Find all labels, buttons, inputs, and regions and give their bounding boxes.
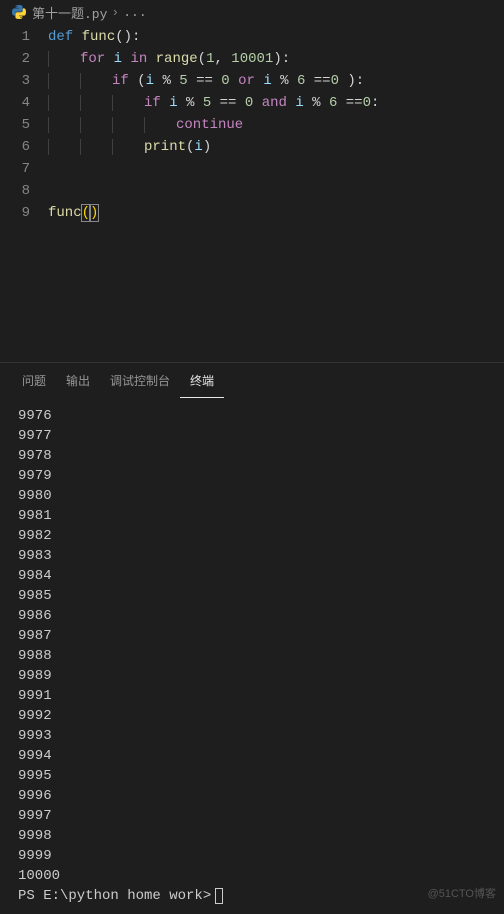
breadcrumb-file[interactable]: 第十一题.py [32, 3, 107, 22]
terminal-line: 9978 [18, 446, 486, 466]
terminal-content[interactable]: 9976997799789979998099819982998399849985… [0, 398, 504, 914]
code-line[interactable]: func() [48, 202, 504, 224]
bottom-panel: 问题 输出 调试控制台 终端 9976997799789979998099819… [0, 362, 504, 907]
line-number: 1 [0, 26, 30, 48]
terminal-line: 9981 [18, 506, 486, 526]
terminal-line: 9977 [18, 426, 486, 446]
code-line[interactable]: continue [48, 114, 504, 136]
breadcrumb-sep: › [111, 5, 119, 20]
terminal-line: 9989 [18, 666, 486, 686]
line-number: 7 [0, 158, 30, 180]
tab-terminal[interactable]: 终端 [180, 364, 224, 398]
terminal-line: 9997 [18, 806, 486, 826]
line-number: 8 [0, 180, 30, 202]
line-number: 5 [0, 114, 30, 136]
terminal-line: 9999 [18, 846, 486, 866]
tab-output[interactable]: 输出 [56, 364, 100, 397]
terminal-line: 9998 [18, 826, 486, 846]
terminal-line: 9982 [18, 526, 486, 546]
terminal-line: 9993 [18, 726, 486, 746]
terminal-line: 9995 [18, 766, 486, 786]
line-number: 6 [0, 136, 30, 158]
terminal-line: 9976 [18, 406, 486, 426]
code-line[interactable]: def func(): [48, 26, 504, 48]
code-line[interactable]: for i in range(1, 10001): [48, 48, 504, 70]
terminal-line: 9994 [18, 746, 486, 766]
terminal-line: 9983 [18, 546, 486, 566]
code-content[interactable]: def func(): for i in range(1, 10001): if… [48, 26, 504, 224]
cursor-icon [215, 888, 223, 904]
terminal-line: 9980 [18, 486, 486, 506]
terminal-line: 9985 [18, 586, 486, 606]
terminal-line: 9987 [18, 626, 486, 646]
tab-debug[interactable]: 调试控制台 [100, 364, 180, 397]
line-gutter: 1 2 3 4 5 6 7 8 9 [0, 26, 48, 224]
code-editor[interactable]: 1 2 3 4 5 6 7 8 9 def func(): for i in r… [0, 24, 504, 224]
terminal-prompt[interactable]: PS E:\python home work> [18, 886, 486, 906]
breadcrumb-more[interactable]: ... [123, 5, 146, 20]
terminal-line: 9996 [18, 786, 486, 806]
terminal-line: 9988 [18, 646, 486, 666]
terminal-line: 9986 [18, 606, 486, 626]
code-line[interactable]: print(i) [48, 136, 504, 158]
code-line[interactable]: if (i % 5 == 0 or i % 6 ==0 ): [48, 70, 504, 92]
code-line[interactable] [48, 158, 504, 180]
breadcrumb[interactable]: 第十一题.py › ... [0, 0, 504, 24]
code-line[interactable]: if i % 5 == 0 and i % 6 ==0: [48, 92, 504, 114]
terminal-line: 10000 [18, 866, 486, 886]
terminal-line: 9992 [18, 706, 486, 726]
line-number: 4 [0, 92, 30, 114]
code-line[interactable] [48, 180, 504, 202]
terminal-line: 9991 [18, 686, 486, 706]
panel-tabs: 问题 输出 调试控制台 终端 [0, 363, 504, 398]
line-number: 9 [0, 202, 30, 224]
prompt-text: PS E:\python home work> [18, 886, 211, 906]
line-number: 2 [0, 48, 30, 70]
terminal-line: 9979 [18, 466, 486, 486]
terminal-line: 9984 [18, 566, 486, 586]
python-icon [12, 5, 26, 19]
line-number: 3 [0, 70, 30, 92]
tab-problems[interactable]: 问题 [12, 364, 56, 397]
watermark: @51CTO博客 [428, 885, 496, 901]
